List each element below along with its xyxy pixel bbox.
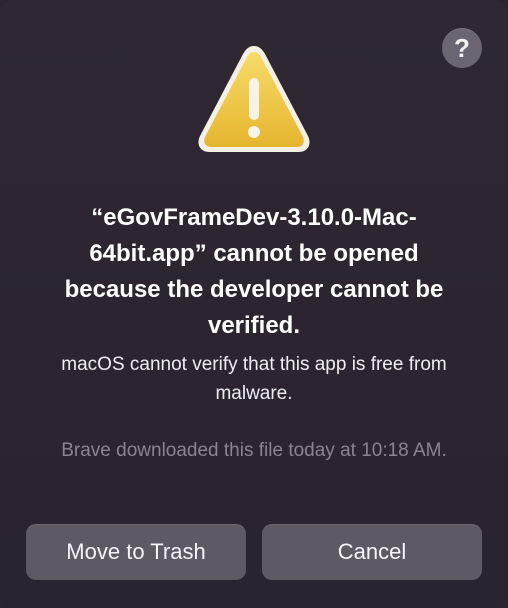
dialog-title: “eGovFrameDev-3.10.0-Mac-64bit.app” cann… xyxy=(64,204,444,339)
move-to-trash-button[interactable]: Move to Trash xyxy=(26,524,246,580)
help-button[interactable]: ? xyxy=(442,28,482,68)
download-source-note: Brave downloaded this file today at 10:1… xyxy=(61,440,447,461)
question-icon: ? xyxy=(454,33,470,63)
dialog-message: macOS cannot verify that this app is fre… xyxy=(61,354,447,404)
warning-icon xyxy=(198,46,310,152)
cancel-button[interactable]: Cancel xyxy=(262,524,482,580)
gatekeeper-alert-dialog: ? “eGovFrameDev-3.10.0-Mac-64bit.app” ca… xyxy=(0,0,508,608)
